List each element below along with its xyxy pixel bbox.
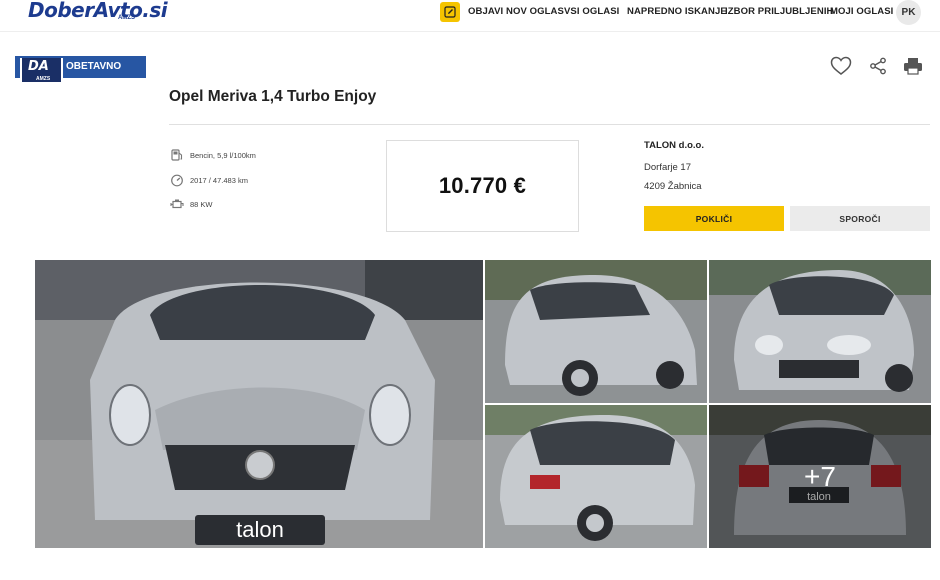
spec-year-km: 2017 / 47.483 km [170,173,248,187]
print-icon[interactable] [901,54,925,78]
logo-subtitle: AMZS [118,15,135,21]
thumbnail-3[interactable] [485,405,707,548]
seller-city: 4209 Žabnica [644,181,702,192]
speedometer-icon [171,174,183,187]
site-logo[interactable]: DoberAvto.si [28,0,168,20]
message-button[interactable]: SPOROČI [790,206,930,231]
price-value: 10.770 € [438,173,527,198]
edit-icon[interactable] [440,2,460,22]
heart-icon[interactable] [829,54,853,78]
engine-icon [170,199,184,209]
badge-label: OBETAVNO [66,61,122,72]
nav-new-listing[interactable]: OBJAVI NOV OGLAS [468,6,564,17]
nav-advanced-search[interactable]: NAPREDNO ISKANJE [627,6,727,17]
seller-name[interactable]: TALON d.o.o. [644,140,704,151]
title-divider [169,124,930,125]
main-plate-text: talon [236,517,284,542]
price-box: 10.770 € [386,140,579,232]
spec-power: 88 KW [170,197,213,211]
listing-title: Opel Meriva 1,4 Turbo Enjoy [169,88,377,105]
user-avatar[interactable]: PK [896,0,921,25]
thumbnail-4[interactable]: talon +7 [709,405,931,548]
share-icon[interactable] [866,54,890,78]
nav-all-listings[interactable]: VSI OGLASI [564,6,619,17]
spec-fuel: Bencin, 5,9 l/100km [170,148,256,162]
promo-badge: DA AMZS OBETAVNO [15,56,146,84]
top-navigation: DoberAvto.si AMZS OBJAVI NOV OGLAS VSI O… [0,0,940,32]
fuel-icon [171,149,183,161]
nav-my-listings[interactable]: MOJI OGLASI [830,6,893,17]
spec-year-km-text: 2017 / 47.483 km [190,175,248,185]
badge-logo-text: DA [28,59,49,74]
more-photos-count[interactable]: +7 [709,405,931,548]
spec-fuel-text: Bencin, 5,9 l/100km [190,150,256,160]
badge-logo: DA AMZS [20,58,63,84]
thumbnail-2[interactable] [709,260,931,403]
main-photo[interactable] [35,260,483,548]
spec-power-text: 88 KW [190,199,213,209]
thumbnail-1[interactable] [485,260,707,403]
main-photo-plate: talon [236,517,284,542]
call-button[interactable]: POKLIČI [644,206,784,231]
badge-logo-sub: AMZS [36,76,51,82]
seller-street: Dorfarje 17 [644,162,691,173]
nav-favorites[interactable]: IZBOR PRILJUBLJENIH [725,6,834,17]
